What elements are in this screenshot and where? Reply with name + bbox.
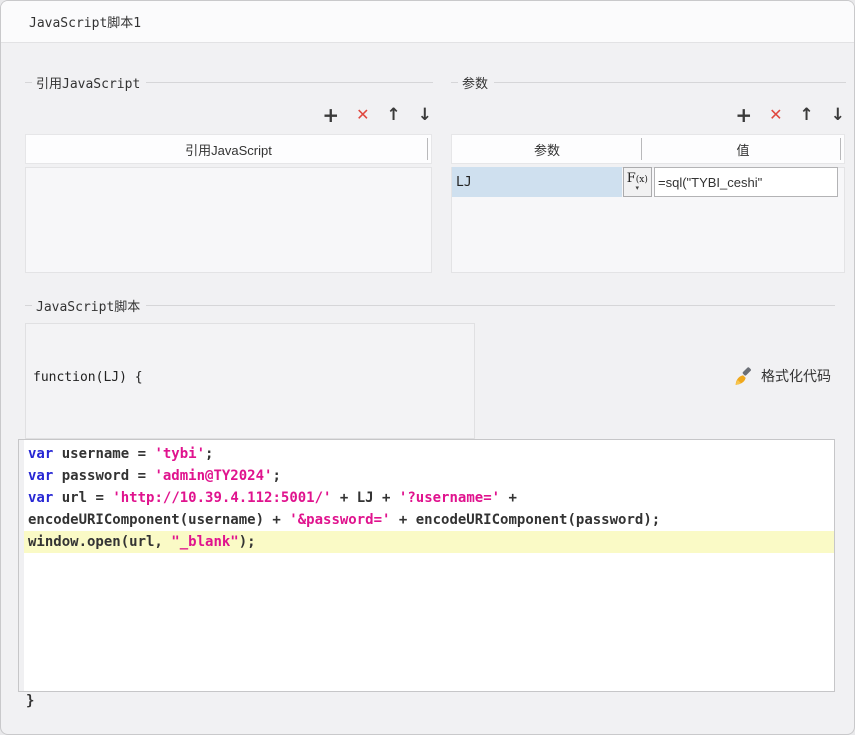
function-signature: function(LJ) { bbox=[33, 370, 143, 385]
add-icon[interactable]: + bbox=[322, 105, 339, 125]
reference-js-toolbar: + ✕ ↑ ↓ bbox=[25, 102, 432, 128]
reference-js-column-header[interactable]: 引用JavaScript bbox=[26, 140, 431, 159]
code-line[interactable]: var url = 'http://10.39.4.112:5001/' + L… bbox=[24, 487, 834, 509]
fieldset-line bbox=[25, 81, 32, 83]
reference-js-table-body[interactable] bbox=[25, 167, 432, 273]
script-group-label: JavaScript脚本 bbox=[25, 296, 835, 315]
code-editor[interactable]: var username = 'tybi'; var password = 'ad… bbox=[18, 439, 835, 692]
code-line[interactable]: window.open(url, "_blank"); bbox=[24, 531, 834, 553]
code-lines[interactable]: var username = 'tybi'; var password = 'ad… bbox=[24, 440, 834, 691]
params-group-label: 参数 bbox=[451, 73, 846, 91]
code-line[interactable]: var password = 'admin@TY2024'; bbox=[24, 465, 834, 487]
fieldset-line bbox=[494, 81, 846, 83]
code-line[interactable]: var username = 'tybi'; bbox=[24, 443, 834, 465]
params-table-header: 参数 值 bbox=[451, 134, 845, 164]
dialog-titlebar[interactable]: JavaScript脚本1 bbox=[1, 1, 854, 43]
format-code-label: 格式化代码 bbox=[761, 368, 831, 384]
function-header-panel: function(LJ) { bbox=[25, 323, 475, 439]
param-column-header[interactable]: 参数 bbox=[452, 140, 642, 159]
column-divider bbox=[840, 138, 841, 160]
javascript-script-dialog: JavaScript脚本1 引用JavaScript + ✕ ↑ ↓ 引用Jav… bbox=[0, 0, 855, 735]
fieldset-line bbox=[451, 81, 458, 83]
brush-icon bbox=[733, 366, 754, 387]
move-down-icon[interactable]: ↓ bbox=[418, 106, 432, 124]
chevron-down-icon: ▾ bbox=[635, 184, 640, 192]
code-line[interactable]: encodeURIComponent(username) + '&passwor… bbox=[24, 509, 834, 531]
column-divider bbox=[427, 138, 428, 160]
move-down-icon[interactable]: ↓ bbox=[831, 106, 845, 124]
fx-icon: F(x) bbox=[626, 170, 648, 186]
delete-icon[interactable]: ✕ bbox=[769, 107, 782, 123]
fieldset-line bbox=[146, 81, 433, 83]
closing-brace: } bbox=[26, 693, 35, 709]
delete-icon[interactable]: ✕ bbox=[356, 107, 369, 123]
reference-js-table-header: 引用JavaScript bbox=[25, 134, 432, 164]
params-label: 参数 bbox=[462, 75, 489, 91]
table-row: LJ F(x) ▾ bbox=[452, 167, 844, 197]
move-up-icon[interactable]: ↑ bbox=[387, 106, 401, 124]
fieldset-line bbox=[25, 304, 32, 306]
params-toolbar: + ✕ ↑ ↓ bbox=[451, 102, 845, 128]
script-label: JavaScript脚本 bbox=[36, 299, 141, 315]
formula-fx-button[interactable]: F(x) ▾ bbox=[622, 167, 652, 197]
param-name-cell[interactable]: LJ bbox=[452, 167, 622, 197]
dialog-title: JavaScript脚本1 bbox=[29, 16, 142, 31]
add-icon[interactable]: + bbox=[735, 105, 752, 125]
format-code-button[interactable]: 格式化代码 bbox=[729, 359, 835, 393]
move-up-icon[interactable]: ↑ bbox=[800, 106, 814, 124]
value-column-header[interactable]: 值 bbox=[642, 140, 844, 159]
param-value-input[interactable] bbox=[654, 167, 838, 197]
reference-js-group-label: 引用JavaScript bbox=[25, 73, 433, 92]
reference-js-label: 引用JavaScript bbox=[36, 76, 141, 92]
fieldset-line bbox=[146, 304, 835, 306]
